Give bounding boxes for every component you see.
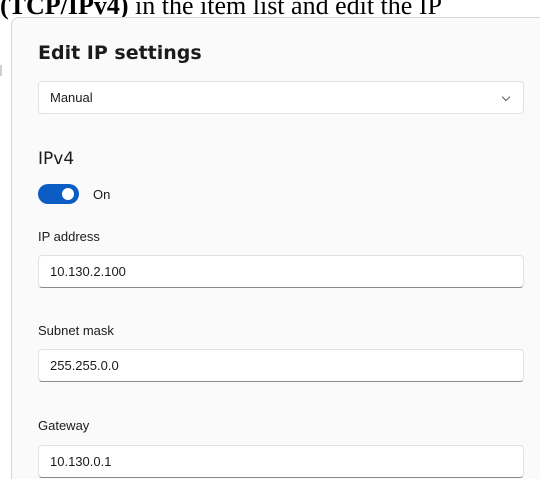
ip-assignment-select-value: Manual	[50, 90, 93, 105]
chevron-down-icon	[501, 92, 511, 102]
ipv4-toggle-knob	[62, 188, 74, 200]
ip-address-label: IP address	[38, 229, 100, 244]
dialog-title: Edit IP settings	[38, 42, 202, 64]
ip-address-input[interactable]	[38, 255, 524, 288]
subnet-mask-input[interactable]	[38, 349, 524, 382]
gateway-input[interactable]	[38, 445, 524, 478]
ipv4-toggle-label: On	[93, 187, 111, 202]
ipv4-toggle[interactable]	[38, 184, 79, 204]
background-window-edge	[0, 65, 2, 76]
ip-assignment-select[interactable]: Manual	[38, 81, 524, 114]
subnet-mask-label: Subnet mask	[38, 323, 114, 338]
ipv4-section-heading: IPv4	[38, 149, 75, 169]
page: (TCP/IPv4) in the item list and edit the…	[0, 0, 540, 479]
edit-ip-settings-dialog: Edit IP settings Manual IPv4 On IP addre…	[11, 17, 540, 479]
gateway-label: Gateway	[38, 418, 90, 433]
